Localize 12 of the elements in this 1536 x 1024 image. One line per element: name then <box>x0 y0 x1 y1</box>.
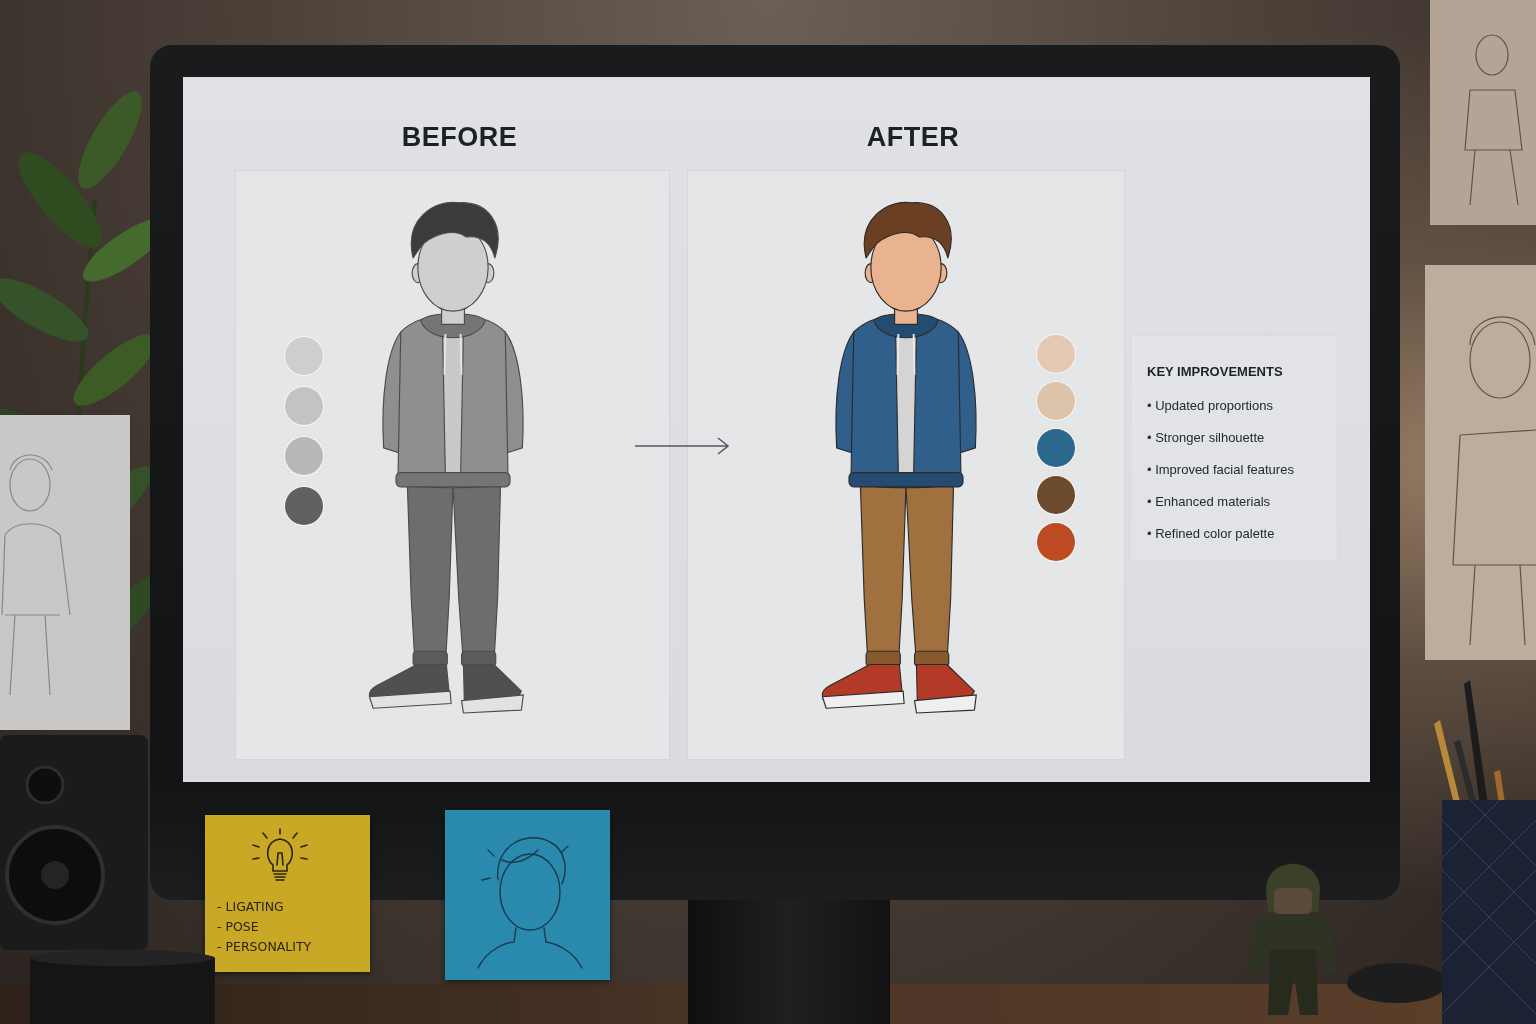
improvement-item: • Refined color palette <box>1147 525 1276 543</box>
improvements-title: KEY IMPROVEMENTS <box>1147 363 1284 381</box>
panel-heading: BEFORE <box>400 121 519 153</box>
handwritten-note-text: - POSE <box>217 919 260 935</box>
handwritten-note-text: - PERSONALITY <box>217 939 313 955</box>
improvement-item: • Stronger silhouette <box>1147 429 1266 447</box>
right-arrow-icon <box>634 436 730 456</box>
improvement-item: • Enhanced materials <box>1147 493 1272 511</box>
improvement-item: • Improved facial features <box>1147 461 1295 479</box>
handwritten-note-text: - LIGATING <box>217 899 285 915</box>
panel-heading: AFTER <box>865 121 961 153</box>
improvement-item: • Updated proportions <box>1147 397 1274 415</box>
